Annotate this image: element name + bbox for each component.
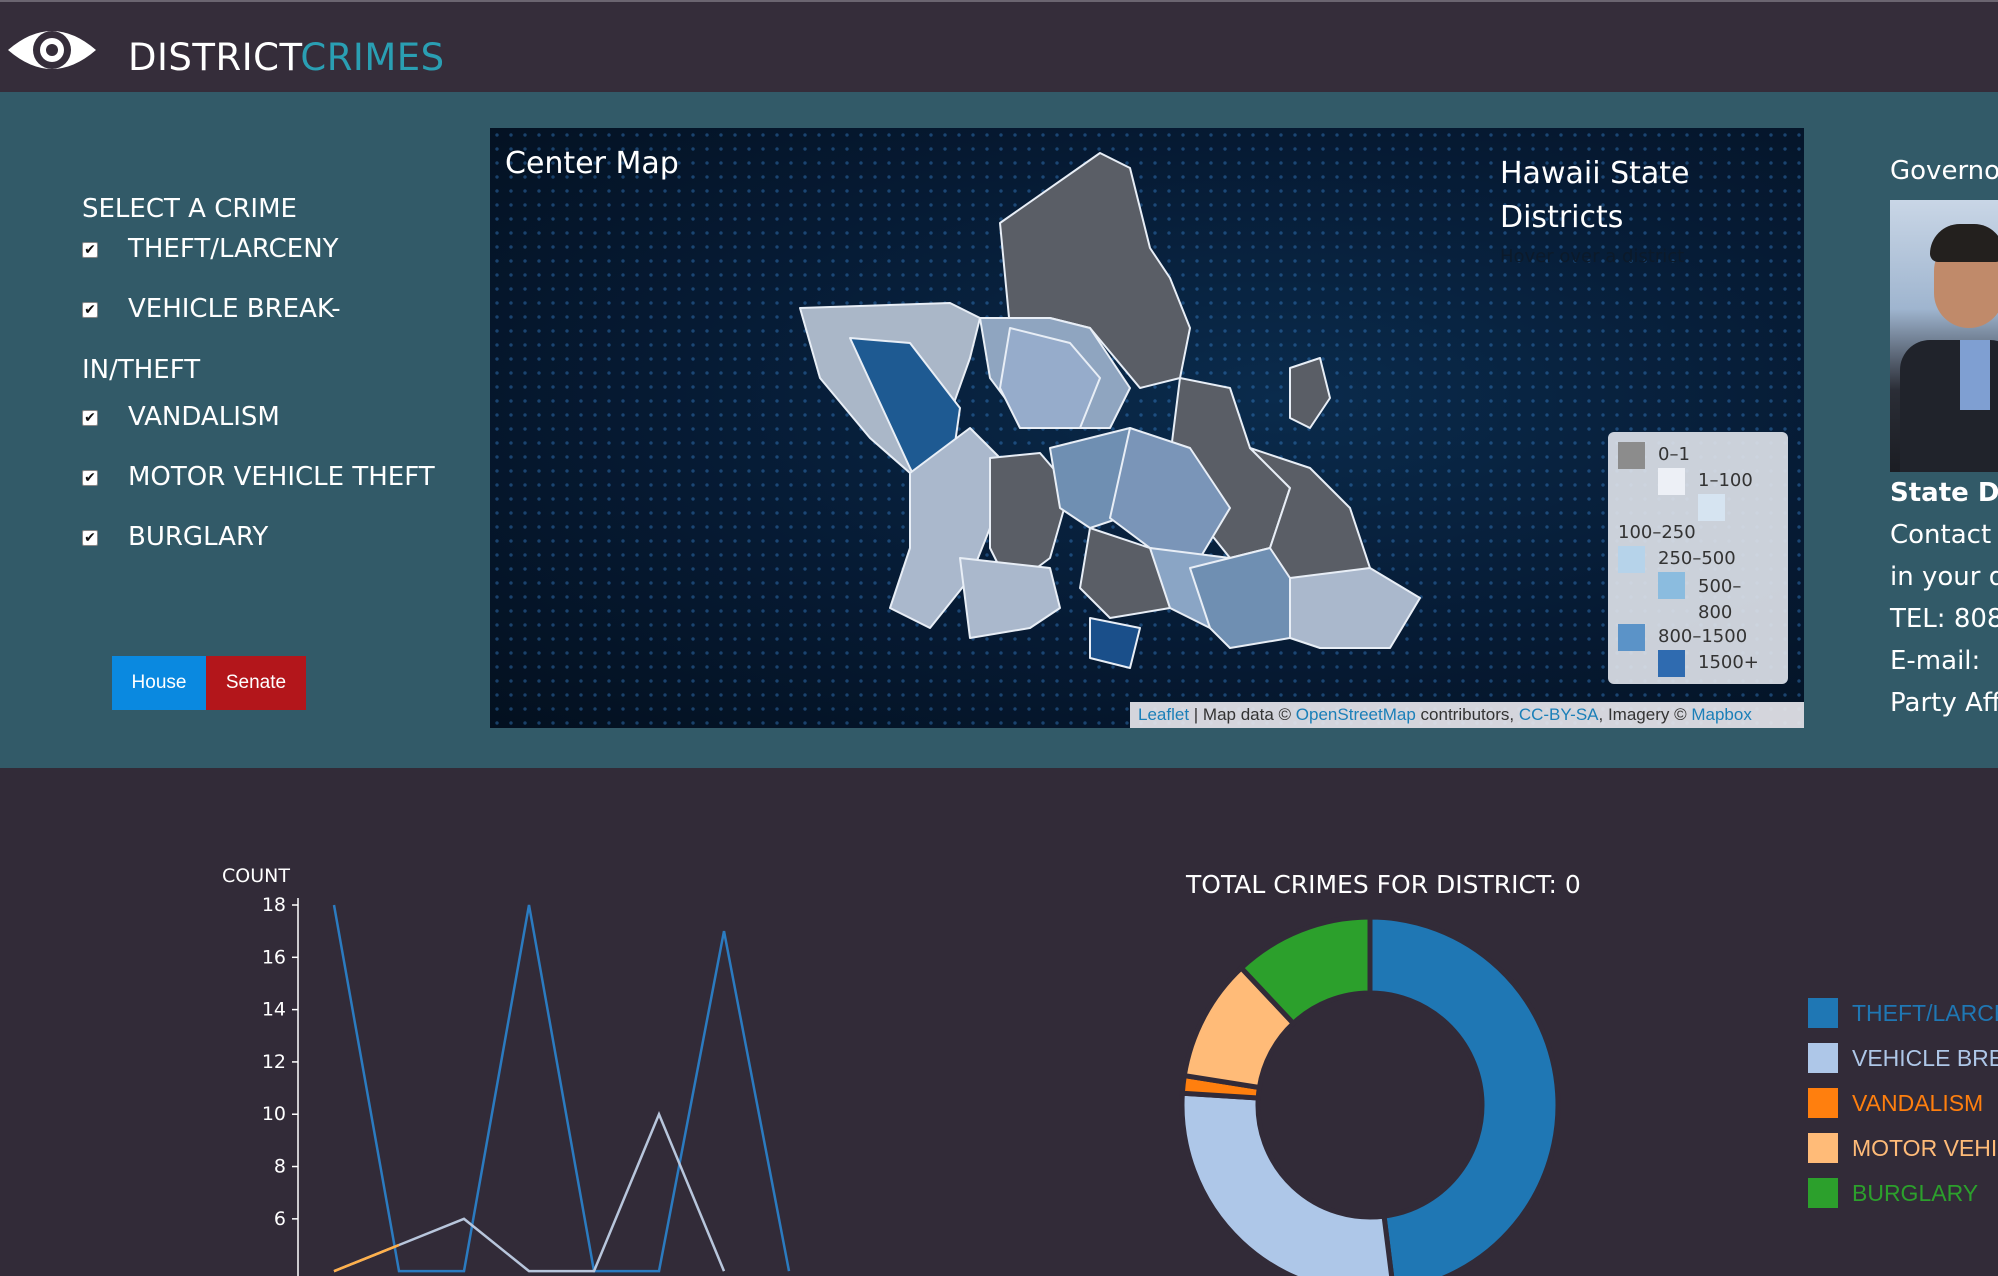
legend-swatch	[1808, 1133, 1838, 1163]
legend-label: 1–100	[1698, 470, 1753, 491]
filter-label: VEHICLE BREAK-	[128, 294, 341, 324]
contact-tel: TEL: 808	[1890, 604, 1998, 634]
governor-photo	[1890, 200, 1998, 472]
district-downtown	[1089, 617, 1141, 669]
y-tick-label: 12	[262, 1051, 286, 1073]
legend-swatch	[1808, 1043, 1838, 1073]
donut-title: TOTAL CRIMES FOR DISTRICT: 0	[1186, 870, 1581, 899]
senate-button[interactable]: Senate	[206, 656, 306, 710]
legend-label: VANDALISM	[1852, 1090, 1984, 1116]
map-info-hint: Hover over a district	[1500, 246, 1685, 267]
legend-label: BURGLARY	[1852, 1180, 1979, 1206]
attrib-text: contributors,	[1420, 705, 1515, 724]
y-tick-label: 16	[262, 946, 286, 968]
legend-swatch	[1808, 1178, 1838, 1208]
license-link[interactable]: CC-BY-SA	[1519, 705, 1599, 724]
brand-district: DISTRICT	[128, 36, 301, 79]
filter-label: MOTOR VEHICLE THEFT	[128, 462, 435, 492]
legend-swatch	[1658, 468, 1685, 495]
district-ewa	[959, 557, 1061, 639]
line-series	[333, 1243, 400, 1273]
navbar: DISTRICTCRIMES	[0, 0, 1998, 92]
contact-email: E-mail:	[1890, 646, 1981, 676]
map-legend: 0–1 1–100 100–250 250–500 500–800 800–15…	[1608, 432, 1788, 684]
checkbox-burglary[interactable]: ✔	[82, 530, 98, 546]
legend-swatch	[1618, 624, 1645, 651]
legend-swatch	[1808, 998, 1838, 1028]
legend-swatch	[1658, 572, 1685, 599]
brand-crimes: CRIMES	[300, 36, 445, 79]
donut-slice[interactable]	[1367, 914, 1561, 1276]
filter-label: THEFT/LARCENY	[128, 234, 339, 264]
y-tick-label: 8	[274, 1156, 286, 1178]
legend-label: 1500+	[1698, 652, 1759, 673]
filter-label: VANDALISM	[128, 402, 280, 432]
district-mokapu	[1289, 357, 1331, 429]
contact-line-1: Contact y	[1890, 520, 1998, 550]
checkbox-motor-vehicle-theft[interactable]: ✔	[82, 470, 98, 486]
y-tick-label: 14	[262, 999, 286, 1021]
y-axis-label: COUNT	[222, 865, 290, 887]
district-hawaii-kai	[1289, 567, 1421, 649]
mapbox-link[interactable]: Mapbox	[1691, 705, 1751, 724]
attrib-text: | Map data ©	[1193, 705, 1292, 724]
legend-swatch	[1808, 1088, 1838, 1118]
legend-label: 500–800	[1698, 576, 1742, 623]
district-map[interactable]: Center Map Hawaii State Districts Hover …	[490, 128, 1804, 728]
legend-label: MOTOR VEHIC	[1852, 1135, 1998, 1161]
checkbox-theft[interactable]: ✔	[82, 242, 98, 258]
filter-label: BURGLARY	[128, 522, 269, 552]
map-attribution: Leaflet | Map data © OpenStreetMap contr…	[1130, 702, 1804, 728]
crime-donut-chart	[1179, 914, 1561, 1276]
legend-label: 800–1500	[1658, 626, 1748, 647]
eye-logo-icon[interactable]	[6, 20, 98, 80]
legend-swatch	[1658, 650, 1685, 677]
legend-label: 0–1	[1658, 444, 1690, 465]
y-tick-label: 10	[262, 1103, 286, 1125]
crime-filter-title: SELECT A CRIME	[82, 194, 297, 224]
legend-label: 100–250	[1618, 522, 1696, 543]
brand-title[interactable]: DISTRICTCRIMES	[128, 36, 445, 79]
filter-label-wrap: IN/THEFT	[82, 355, 201, 385]
state-district-heading: State Dis	[1890, 478, 1998, 508]
line-series	[332, 904, 791, 1273]
y-tick-label: 18	[262, 894, 286, 916]
center-map-button[interactable]: Center Map	[505, 146, 679, 181]
party-affiliation: Party Aff	[1890, 688, 1998, 718]
legend-swatch	[1618, 442, 1645, 469]
photo-shirt	[1960, 340, 1990, 410]
attrib-text: , Imagery ©	[1598, 705, 1687, 724]
leaflet-link[interactable]: Leaflet	[1138, 705, 1189, 724]
contact-line-2: in your d	[1890, 562, 1998, 592]
checkbox-vehicle-break-in[interactable]: ✔	[82, 302, 98, 318]
y-tick-label: 6	[274, 1208, 286, 1230]
legend-label: THEFT/LARCE	[1852, 1000, 1998, 1026]
governor-heading: Governor	[1890, 156, 1998, 186]
house-button[interactable]: House	[112, 656, 206, 710]
legend-label: VEHICLE BRE	[1852, 1045, 1998, 1071]
checkbox-vandalism[interactable]: ✔	[82, 410, 98, 426]
crime-count-line-chart: COUNT 18 16 14 12 10 8 6	[222, 865, 791, 1276]
donut-slice[interactable]	[1179, 1090, 1395, 1276]
map-info-title: Hawaii State Districts	[1500, 156, 1690, 235]
legend-label: 250–500	[1658, 548, 1736, 569]
legend-swatch	[1698, 494, 1725, 521]
legend-swatch	[1618, 546, 1645, 573]
osm-link[interactable]: OpenStreetMap	[1296, 705, 1416, 724]
photo-hair	[1930, 224, 1998, 262]
